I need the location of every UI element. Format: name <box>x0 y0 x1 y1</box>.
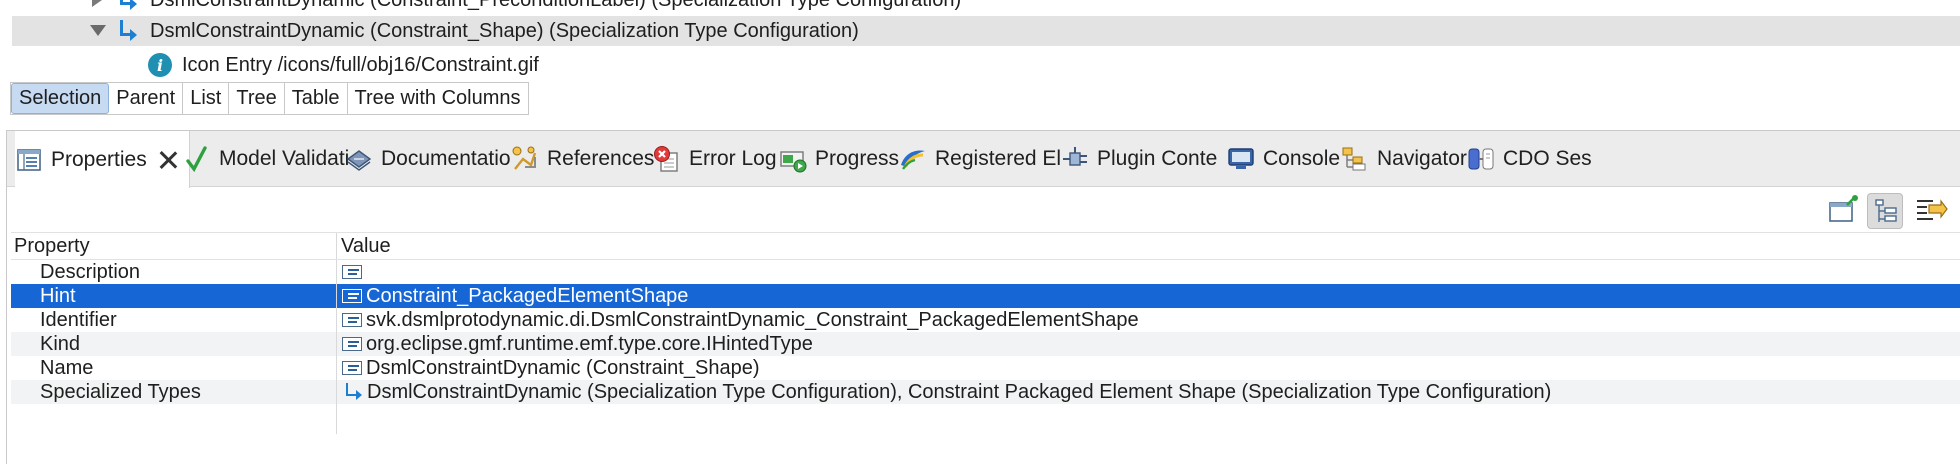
property-table: Property Value Description Hint Constrai… <box>11 232 1960 434</box>
mode-tab-tree-with-columns[interactable]: Tree with Columns <box>348 83 528 114</box>
table-row-selected[interactable]: Hint Constraint_PackagedElementShape <box>11 284 1960 308</box>
tab-navigator[interactable]: Navigator <box>1341 131 1467 187</box>
info-icon: i <box>148 53 172 77</box>
registered-elements-icon <box>899 145 927 173</box>
property-name: Name <box>11 356 337 380</box>
tab-registered-elements[interactable]: Registered El <box>899 131 1061 187</box>
tab-cdo-sessions[interactable]: CDO Ses <box>1467 131 1592 187</box>
view-tab-bar: Properties Model Validati Documentatio R… <box>7 131 1960 188</box>
properties-icon <box>15 146 43 174</box>
tab-console[interactable]: Console <box>1227 131 1340 187</box>
specialization-icon <box>116 20 138 42</box>
property-value-icon <box>342 264 362 280</box>
table-row[interactable]: Identifier svk.dsmlprotodynamic.di.DsmlC… <box>11 308 1960 332</box>
column-header-value[interactable]: Value <box>337 233 391 259</box>
tab-label: References <box>547 147 655 170</box>
tree-view-icon <box>1875 199 1897 222</box>
tab-label: Console <box>1263 147 1341 170</box>
table-empty-area <box>11 404 1960 434</box>
mode-tab-parent[interactable]: Parent <box>109 83 184 114</box>
tab-label: Properties <box>51 147 147 171</box>
filter-icon <box>1917 199 1948 220</box>
property-value: svk.dsmlprotodynamic.di.DsmlConstraintDy… <box>366 308 1139 331</box>
show-advanced-button[interactable] <box>1913 193 1949 229</box>
pin-view-button[interactable] <box>1825 193 1861 229</box>
console-icon <box>1227 145 1255 173</box>
tab-label: Navigator <box>1377 147 1467 170</box>
property-name: Identifier <box>11 308 337 332</box>
table-row[interactable]: Description <box>11 260 1960 284</box>
tab-label: Error Log <box>689 147 777 170</box>
tab-label: Progress <box>815 147 900 170</box>
tree-item-label: DsmlConstraintDynamic (Constraint_Shape)… <box>150 19 859 42</box>
specialization-icon <box>116 0 138 11</box>
pin-icon <box>1829 195 1858 222</box>
tree-item-label: DsmlConstraintDynamic (Constraint_Precon… <box>150 0 961 12</box>
property-value-icon <box>342 360 362 376</box>
property-name: Description <box>11 260 337 284</box>
property-value-icon <box>342 312 362 328</box>
references-icon <box>511 145 539 173</box>
mode-tab-selection[interactable]: Selection <box>11 83 110 114</box>
mode-tab-table[interactable]: Table <box>285 83 348 114</box>
cdo-sessions-icon <box>1467 145 1495 173</box>
column-header-property[interactable]: Property <box>11 233 337 259</box>
mode-tab-list[interactable]: List <box>183 83 230 114</box>
tab-progress[interactable]: Progress <box>779 131 899 187</box>
property-value-icon <box>342 288 362 304</box>
property-value: Constraint_PackagedElementShape <box>366 284 689 307</box>
table-row[interactable]: Kind org.eclipse.gmf.runtime.emf.type.co… <box>11 332 1960 356</box>
tree-item-precondition-label[interactable]: DsmlConstraintDynamic (Constraint_Precon… <box>12 0 1960 15</box>
property-name: Specialized Types <box>11 380 337 404</box>
show-categories-button[interactable] <box>1867 193 1903 229</box>
model-tree: DsmlConstraintDynamic (Constraint_Precon… <box>0 0 1960 80</box>
expand-arrow-icon[interactable] <box>92 0 102 7</box>
property-name: Hint <box>11 284 337 308</box>
plugin-icon <box>1061 145 1089 173</box>
tree-item-icon-entry[interactable]: i Icon Entry /icons/full/obj16/Constrain… <box>12 50 1960 80</box>
tree-item-label: Icon Entry /icons/full/obj16/Constraint.… <box>182 53 539 76</box>
tab-documentation[interactable]: Documentatio <box>345 131 511 187</box>
table-row[interactable]: Specialized Types DsmlConstraintDynamic … <box>11 380 1960 404</box>
property-value-icon <box>342 336 362 352</box>
progress-icon <box>779 145 807 173</box>
tab-model-validation[interactable]: Model Validati <box>183 131 349 187</box>
property-value: DsmlConstraintDynamic (Constraint_Shape) <box>366 356 760 379</box>
property-value: DsmlConstraintDynamic (Specialization Ty… <box>367 380 1552 403</box>
tab-label: Documentatio <box>381 147 511 170</box>
tab-label: CDO Ses <box>1503 147 1592 170</box>
property-name: Kind <box>11 332 337 356</box>
collapse-arrow-icon[interactable] <box>90 25 106 36</box>
tab-properties[interactable]: Properties <box>15 131 190 188</box>
error-log-icon <box>653 145 681 173</box>
tree-item-constraint-shape[interactable]: DsmlConstraintDynamic (Constraint_Shape)… <box>12 16 1960 46</box>
properties-panel: Properties Model Validati Documentatio R… <box>6 130 1960 464</box>
navigator-icon <box>1341 145 1369 173</box>
tab-label: Registered El <box>935 147 1062 170</box>
table-row[interactable]: Name DsmlConstraintDynamic (Constraint_S… <box>11 356 1960 380</box>
tab-plugin-contents[interactable]: Plugin Conte <box>1061 131 1217 187</box>
specialization-icon <box>342 383 364 401</box>
tab-references[interactable]: References <box>511 131 654 187</box>
tab-label: Plugin Conte <box>1097 147 1218 170</box>
documentation-icon <box>345 145 373 173</box>
tab-error-log[interactable]: Error Log <box>653 131 777 187</box>
close-icon[interactable] <box>157 149 179 171</box>
property-value: org.eclipse.gmf.runtime.emf.type.core.IH… <box>366 332 813 355</box>
table-header: Property Value <box>11 232 1960 260</box>
checkmark-icon <box>183 145 211 173</box>
mode-tab-tree[interactable]: Tree <box>229 83 285 114</box>
tab-label: Model Validati <box>219 147 350 170</box>
view-mode-tabs: Selection Parent List Tree Table Tree wi… <box>10 82 529 115</box>
